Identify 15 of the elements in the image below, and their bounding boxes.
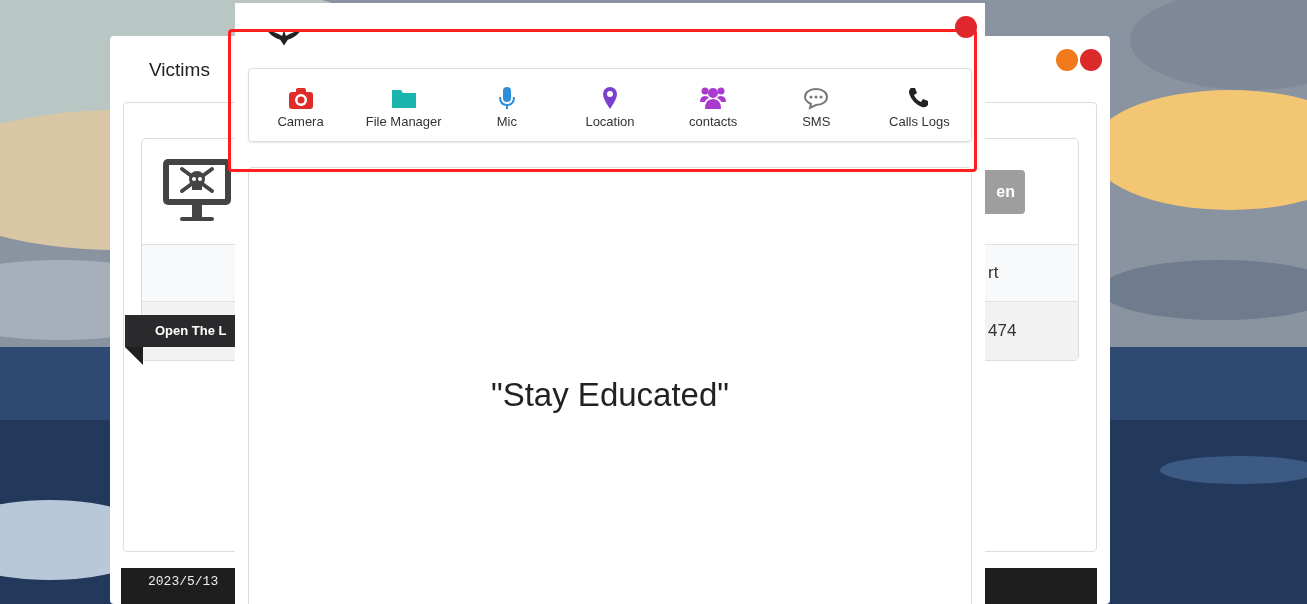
close-button[interactable] — [1080, 49, 1102, 71]
table-cell-text: 474 — [988, 321, 1018, 341]
chat-tool[interactable]: SMS — [764, 69, 868, 141]
pin-tool[interactable]: Location — [558, 69, 662, 141]
column-header: rt — [988, 263, 1000, 283]
folder-tool[interactable]: File Manager — [352, 69, 456, 141]
users-tool[interactable]: contacts — [661, 69, 765, 141]
log-line: 2023/5/13 — [148, 574, 220, 589]
phone-tool[interactable]: Calls Logs — [867, 69, 971, 141]
mic-tool[interactable]: Mic — [455, 69, 559, 141]
ribbon-fold-icon — [125, 347, 143, 365]
message-text: "Stay Educated" — [490, 376, 730, 415]
window-title: Victims — [149, 59, 210, 81]
minimize-button[interactable] — [1056, 49, 1078, 71]
camera-tool[interactable]: Camera — [249, 69, 353, 141]
